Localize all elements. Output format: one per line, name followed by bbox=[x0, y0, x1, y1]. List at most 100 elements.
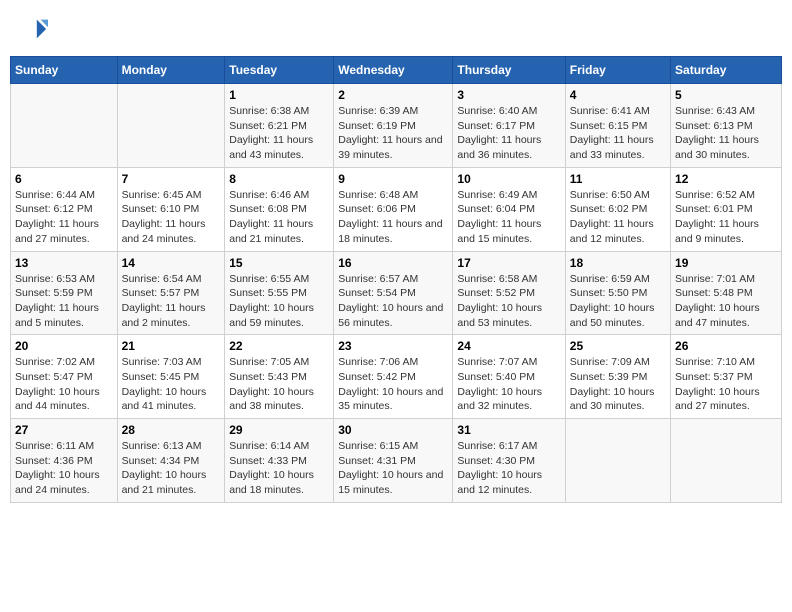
weekday-header: Sunday bbox=[11, 57, 118, 84]
day-info: Sunrise: 7:03 AMSunset: 5:45 PMDaylight:… bbox=[122, 355, 221, 414]
day-info: Sunrise: 6:14 AMSunset: 4:33 PMDaylight:… bbox=[229, 439, 329, 498]
day-number: 7 bbox=[122, 172, 221, 186]
day-info: Sunrise: 6:41 AMSunset: 6:15 PMDaylight:… bbox=[570, 104, 666, 163]
day-number: 23 bbox=[338, 339, 448, 353]
day-info: Sunrise: 6:59 AMSunset: 5:50 PMDaylight:… bbox=[570, 272, 666, 331]
day-number: 12 bbox=[675, 172, 777, 186]
day-info: Sunrise: 7:10 AMSunset: 5:37 PMDaylight:… bbox=[675, 355, 777, 414]
day-info: Sunrise: 6:54 AMSunset: 5:57 PMDaylight:… bbox=[122, 272, 221, 331]
day-number: 13 bbox=[15, 256, 113, 270]
day-info: Sunrise: 7:02 AMSunset: 5:47 PMDaylight:… bbox=[15, 355, 113, 414]
day-info: Sunrise: 7:07 AMSunset: 5:40 PMDaylight:… bbox=[457, 355, 560, 414]
calendar-cell: 21 Sunrise: 7:03 AMSunset: 5:45 PMDayligh… bbox=[117, 335, 225, 419]
day-number: 5 bbox=[675, 88, 777, 102]
calendar-cell bbox=[565, 419, 670, 503]
calendar-cell: 3 Sunrise: 6:40 AMSunset: 6:17 PMDaylight… bbox=[453, 84, 565, 168]
logo-icon bbox=[20, 15, 48, 43]
day-number: 31 bbox=[457, 423, 560, 437]
calendar-cell: 22 Sunrise: 7:05 AMSunset: 5:43 PMDayligh… bbox=[225, 335, 334, 419]
calendar-cell: 28 Sunrise: 6:13 AMSunset: 4:34 PMDayligh… bbox=[117, 419, 225, 503]
day-info: Sunrise: 6:57 AMSunset: 5:54 PMDaylight:… bbox=[338, 272, 448, 331]
day-number: 19 bbox=[675, 256, 777, 270]
calendar-cell: 23 Sunrise: 7:06 AMSunset: 5:42 PMDayligh… bbox=[334, 335, 453, 419]
day-number: 27 bbox=[15, 423, 113, 437]
calendar-cell: 16 Sunrise: 6:57 AMSunset: 5:54 PMDayligh… bbox=[334, 251, 453, 335]
calendar-cell: 29 Sunrise: 6:14 AMSunset: 4:33 PMDayligh… bbox=[225, 419, 334, 503]
day-number: 10 bbox=[457, 172, 560, 186]
weekday-header: Saturday bbox=[671, 57, 782, 84]
day-number: 22 bbox=[229, 339, 329, 353]
day-info: Sunrise: 6:40 AMSunset: 6:17 PMDaylight:… bbox=[457, 104, 560, 163]
calendar-cell bbox=[117, 84, 225, 168]
day-number: 15 bbox=[229, 256, 329, 270]
calendar-cell: 30 Sunrise: 6:15 AMSunset: 4:31 PMDayligh… bbox=[334, 419, 453, 503]
day-info: Sunrise: 7:09 AMSunset: 5:39 PMDaylight:… bbox=[570, 355, 666, 414]
day-info: Sunrise: 6:58 AMSunset: 5:52 PMDaylight:… bbox=[457, 272, 560, 331]
day-number: 28 bbox=[122, 423, 221, 437]
calendar-cell: 13 Sunrise: 6:53 AMSunset: 5:59 PMDayligh… bbox=[11, 251, 118, 335]
calendar-week-row: 13 Sunrise: 6:53 AMSunset: 5:59 PMDayligh… bbox=[11, 251, 782, 335]
calendar-cell bbox=[11, 84, 118, 168]
calendar-cell: 19Sunrise: 7:01 AMSunset: 5:48 PMDayligh… bbox=[671, 251, 782, 335]
day-number: 21 bbox=[122, 339, 221, 353]
day-info: Sunrise: 6:53 AMSunset: 5:59 PMDaylight:… bbox=[15, 272, 113, 331]
calendar-week-row: 6 Sunrise: 6:44 AMSunset: 6:12 PMDaylight… bbox=[11, 167, 782, 251]
day-number: 4 bbox=[570, 88, 666, 102]
weekday-header: Wednesday bbox=[334, 57, 453, 84]
calendar-cell: 15Sunrise: 6:55 AMSunset: 5:55 PMDayligh… bbox=[225, 251, 334, 335]
calendar-cell: 12 Sunrise: 6:52 AMSunset: 6:01 PMDayligh… bbox=[671, 167, 782, 251]
calendar-cell: 20 Sunrise: 7:02 AMSunset: 5:47 PMDayligh… bbox=[11, 335, 118, 419]
day-info: Sunrise: 6:50 AMSunset: 6:02 PMDaylight:… bbox=[570, 188, 666, 247]
day-number: 2 bbox=[338, 88, 448, 102]
day-info: Sunrise: 6:52 AMSunset: 6:01 PMDaylight:… bbox=[675, 188, 777, 247]
calendar-cell: 14 Sunrise: 6:54 AMSunset: 5:57 PMDayligh… bbox=[117, 251, 225, 335]
day-number: 17 bbox=[457, 256, 560, 270]
calendar-cell: 27Sunrise: 6:11 AMSunset: 4:36 PMDayligh… bbox=[11, 419, 118, 503]
day-info: Sunrise: 6:38 AMSunset: 6:21 PMDaylight:… bbox=[229, 104, 329, 163]
calendar-week-row: 20 Sunrise: 7:02 AMSunset: 5:47 PMDayligh… bbox=[11, 335, 782, 419]
day-number: 20 bbox=[15, 339, 113, 353]
weekday-header: Thursday bbox=[453, 57, 565, 84]
calendar-cell: 25 Sunrise: 7:09 AMSunset: 5:39 PMDayligh… bbox=[565, 335, 670, 419]
weekday-header: Friday bbox=[565, 57, 670, 84]
day-info: Sunrise: 6:43 AMSunset: 6:13 PMDaylight:… bbox=[675, 104, 777, 163]
weekday-header: Tuesday bbox=[225, 57, 334, 84]
day-number: 14 bbox=[122, 256, 221, 270]
day-info: Sunrise: 6:48 AMSunset: 6:06 PMDaylight:… bbox=[338, 188, 448, 247]
calendar-cell: 26 Sunrise: 7:10 AMSunset: 5:37 PMDayligh… bbox=[671, 335, 782, 419]
page-header bbox=[10, 10, 782, 48]
calendar-cell: 18 Sunrise: 6:59 AMSunset: 5:50 PMDayligh… bbox=[565, 251, 670, 335]
day-info: Sunrise: 6:49 AMSunset: 6:04 PMDaylight:… bbox=[457, 188, 560, 247]
day-info: Sunrise: 6:46 AMSunset: 6:08 PMDaylight:… bbox=[229, 188, 329, 247]
day-number: 18 bbox=[570, 256, 666, 270]
calendar-cell: 2 Sunrise: 6:39 AMSunset: 6:19 PMDaylight… bbox=[334, 84, 453, 168]
weekday-header: Monday bbox=[117, 57, 225, 84]
day-number: 9 bbox=[338, 172, 448, 186]
day-number: 11 bbox=[570, 172, 666, 186]
day-info: Sunrise: 6:39 AMSunset: 6:19 PMDaylight:… bbox=[338, 104, 448, 163]
day-number: 16 bbox=[338, 256, 448, 270]
calendar-cell: 9 Sunrise: 6:48 AMSunset: 6:06 PMDaylight… bbox=[334, 167, 453, 251]
day-number: 30 bbox=[338, 423, 448, 437]
day-number: 29 bbox=[229, 423, 329, 437]
day-info: Sunrise: 7:06 AMSunset: 5:42 PMDaylight:… bbox=[338, 355, 448, 414]
day-info: Sunrise: 7:05 AMSunset: 5:43 PMDaylight:… bbox=[229, 355, 329, 414]
day-number: 3 bbox=[457, 88, 560, 102]
calendar-cell: 6 Sunrise: 6:44 AMSunset: 6:12 PMDaylight… bbox=[11, 167, 118, 251]
day-number: 24 bbox=[457, 339, 560, 353]
calendar-cell: 4 Sunrise: 6:41 AMSunset: 6:15 PMDaylight… bbox=[565, 84, 670, 168]
calendar-cell: 5 Sunrise: 6:43 AMSunset: 6:13 PMDaylight… bbox=[671, 84, 782, 168]
calendar-cell: 7Sunrise: 6:45 AMSunset: 6:10 PMDaylight… bbox=[117, 167, 225, 251]
header-row: SundayMondayTuesdayWednesdayThursdayFrid… bbox=[11, 57, 782, 84]
calendar-cell: 10 Sunrise: 6:49 AMSunset: 6:04 PMDayligh… bbox=[453, 167, 565, 251]
day-info: Sunrise: 6:44 AMSunset: 6:12 PMDaylight:… bbox=[15, 188, 113, 247]
day-number: 26 bbox=[675, 339, 777, 353]
calendar-table: SundayMondayTuesdayWednesdayThursdayFrid… bbox=[10, 56, 782, 503]
day-info: Sunrise: 6:17 AMSunset: 4:30 PMDaylight:… bbox=[457, 439, 560, 498]
day-info: Sunrise: 6:15 AMSunset: 4:31 PMDaylight:… bbox=[338, 439, 448, 498]
day-number: 6 bbox=[15, 172, 113, 186]
day-number: 25 bbox=[570, 339, 666, 353]
day-number: 1 bbox=[229, 88, 329, 102]
day-number: 8 bbox=[229, 172, 329, 186]
day-info: Sunrise: 6:13 AMSunset: 4:34 PMDaylight:… bbox=[122, 439, 221, 498]
